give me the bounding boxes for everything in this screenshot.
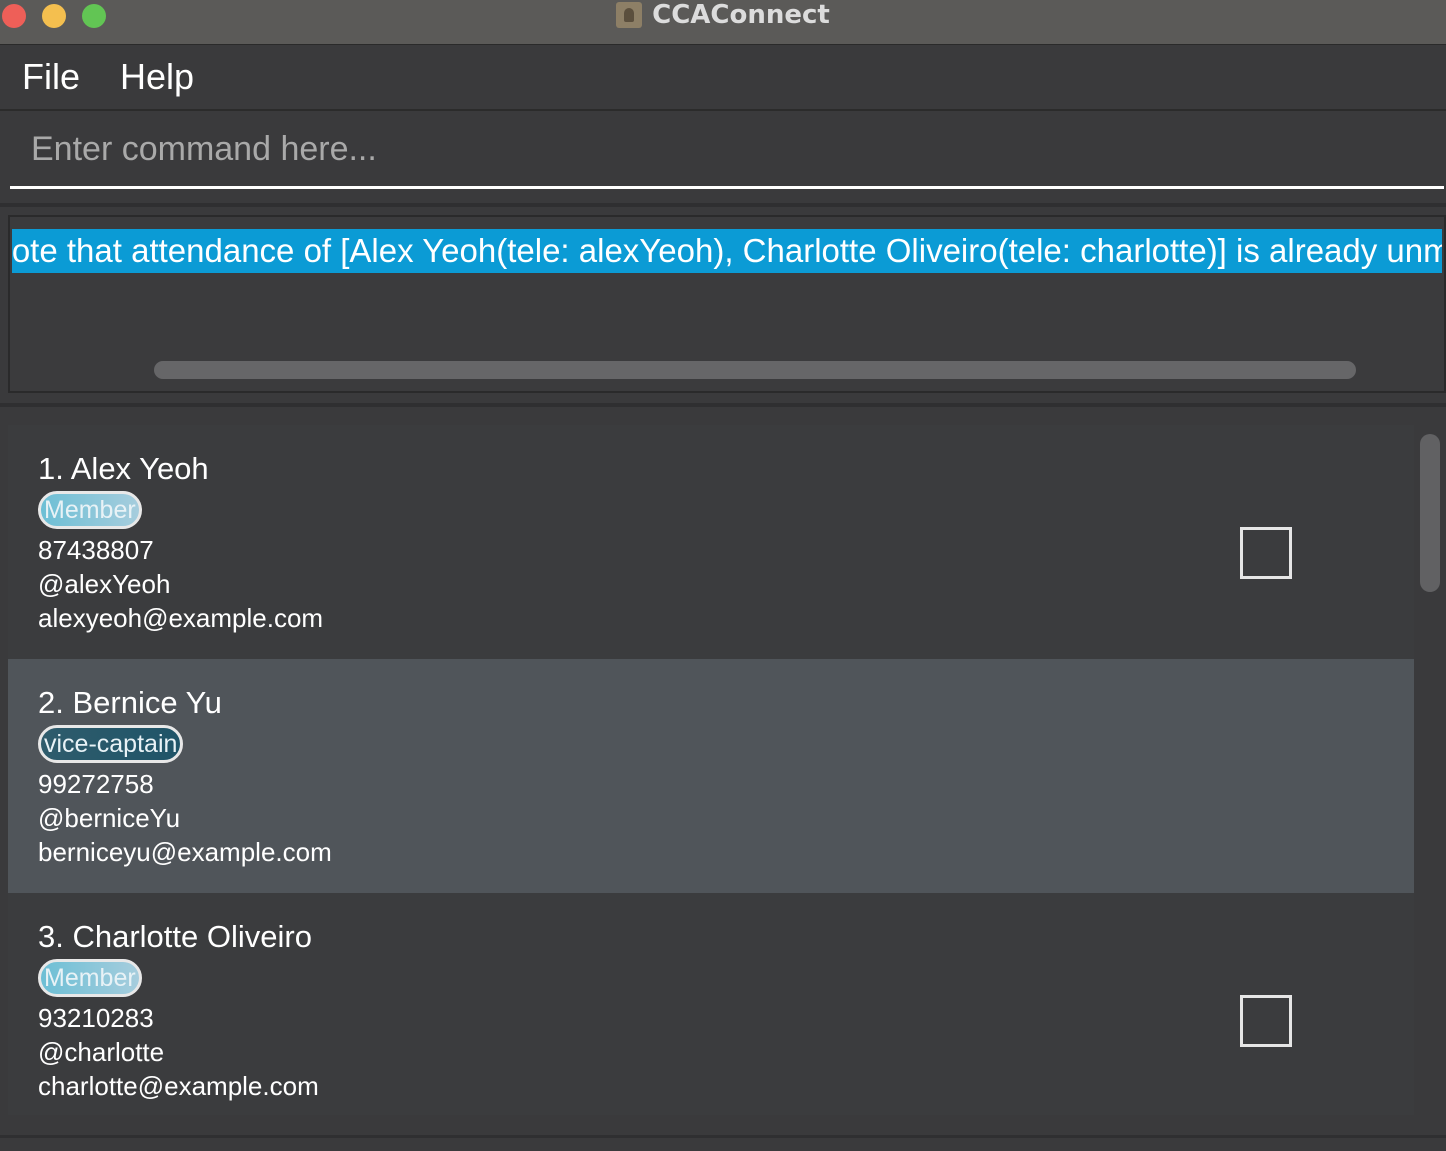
menu-help[interactable]: Help [100,56,214,98]
menu-bar: File Help [0,45,1446,111]
status-bar [0,1135,1446,1151]
result-horizontal-scrollbar[interactable] [154,361,1356,379]
window-title-group: CCAConnect [616,0,830,30]
minimize-window-button[interactable] [42,4,66,28]
close-window-button[interactable] [2,4,26,28]
attendance-checkbox[interactable] [1240,995,1292,1047]
result-message: Note that attendance of [Alex Yeoh(tele:… [12,229,1442,273]
person-phone: 87438807 [38,535,154,565]
person-card[interactable]: 1. Alex Yeoh Member 87438807 @alexYeoh a… [8,425,1414,659]
result-display[interactable]: Note that attendance of [Alex Yeoh(tele:… [8,215,1446,393]
person-email: charlotte@example.com [38,1071,319,1101]
person-telegram: @alexYeoh [38,569,171,599]
role-tag: Member [38,959,142,997]
person-list-vertical-scrollbar[interactable] [1420,434,1440,592]
person-phone: 99272758 [38,769,154,799]
person-phone: 93210283 [38,1003,154,1033]
attendance-checkbox[interactable] [1240,527,1292,579]
person-telegram: @charlotte [38,1037,165,1067]
role-tag: vice-captain [38,725,184,763]
person-list-panel: 1. Alex Yeoh Member 87438807 @alexYeoh a… [0,407,1446,1135]
maximize-window-button[interactable] [82,4,106,28]
menu-file[interactable]: File [0,56,100,98]
person-card[interactable]: 2. Bernice Yu vice-captain 99272758 @ber… [8,659,1414,893]
window-titlebar: CCAConnect [0,0,1446,45]
role-tag: Member [38,491,142,529]
person-email: alexyeoh@example.com [38,603,324,633]
command-input[interactable] [10,113,1444,189]
command-box [0,111,1446,207]
person-telegram: @berniceYu [38,803,181,833]
person-name: 3. Charlotte Oliveiro [38,919,312,954]
person-list[interactable]: 1. Alex Yeoh Member 87438807 @alexYeoh a… [8,425,1414,1115]
result-display-panel: Note that attendance of [Alex Yeoh(tele:… [0,207,1446,407]
person-name: 2. Bernice Yu [38,685,222,720]
person-name: 1. Alex Yeoh [38,451,209,486]
person-email: berniceyu@example.com [38,837,332,867]
contacts-book-icon [616,2,643,28]
window-title: CCAConnect [652,0,830,30]
person-card[interactable]: 3. Charlotte Oliveiro Member 93210283 @c… [8,893,1414,1115]
